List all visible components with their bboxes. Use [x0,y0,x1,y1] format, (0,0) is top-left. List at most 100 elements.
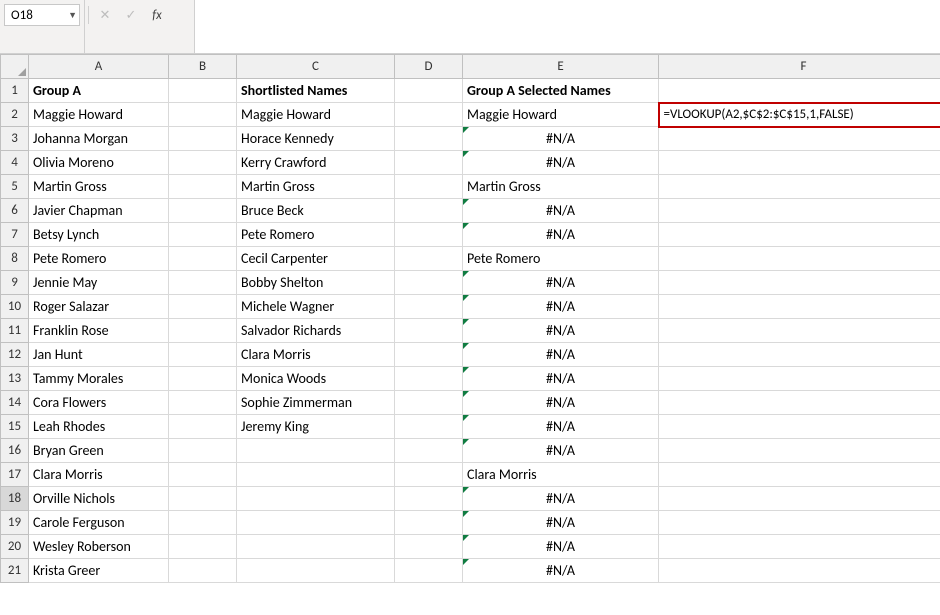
cell-E12[interactable]: #N/A [463,343,659,367]
cell-C3[interactable]: Horace Kennedy [237,127,395,151]
cell-D4[interactable] [395,151,463,175]
cell-F18[interactable] [659,487,940,511]
cell-A20[interactable]: Wesley Roberson [29,535,169,559]
cell-B14[interactable] [169,391,237,415]
cell-E20[interactable]: #N/A [463,535,659,559]
cell-D9[interactable] [395,271,463,295]
cell-B12[interactable] [169,343,237,367]
name-box[interactable]: O18 ▼ [4,4,80,26]
chevron-down-icon[interactable]: ▼ [68,10,77,21]
cell-C12[interactable]: Clara Morris [237,343,395,367]
cell-A3[interactable]: Johanna Morgan [29,127,169,151]
cell-A4[interactable]: Olivia Moreno [29,151,169,175]
row-header[interactable]: 8 [1,247,29,271]
cell-F17[interactable] [659,463,940,487]
cell-F10[interactable] [659,295,940,319]
cell-A10[interactable]: Roger Salazar [29,295,169,319]
cell-F3[interactable] [659,127,940,151]
cell-C17[interactable] [237,463,395,487]
cell-C21[interactable] [237,559,395,583]
row-header[interactable]: 18 [1,487,29,511]
cell-A14[interactable]: Cora Flowers [29,391,169,415]
cell-C16[interactable] [237,439,395,463]
cell-E16[interactable]: #N/A [463,439,659,463]
cell-D3[interactable] [395,127,463,151]
formula-input[interactable] [195,0,940,53]
cell-F15[interactable] [659,415,940,439]
cell-D17[interactable] [395,463,463,487]
cell-D19[interactable] [395,511,463,535]
cell-E9[interactable]: #N/A [463,271,659,295]
cell-C7[interactable]: Pete Romero [237,223,395,247]
cell-E13[interactable]: #N/A [463,367,659,391]
cell-D16[interactable] [395,439,463,463]
cell-D2[interactable] [395,103,463,127]
cell-F2[interactable]: =VLOOKUP(A2,$C$2:$C$15,1,FALSE) [659,103,940,127]
cell-F6[interactable] [659,199,940,223]
cell-D14[interactable] [395,391,463,415]
cell-E10[interactable]: #N/A [463,295,659,319]
cell-F5[interactable] [659,175,940,199]
row-header[interactable]: 1 [1,79,29,103]
cell-F9[interactable] [659,271,940,295]
cell-D6[interactable] [395,199,463,223]
cell-E3[interactable]: #N/A [463,127,659,151]
cell-A9[interactable]: Jennie May [29,271,169,295]
cell-D18[interactable] [395,487,463,511]
cell-E18[interactable]: #N/A [463,487,659,511]
row-header[interactable]: 17 [1,463,29,487]
row-header[interactable]: 14 [1,391,29,415]
cell-B6[interactable] [169,199,237,223]
row-header[interactable]: 19 [1,511,29,535]
cell-B4[interactable] [169,151,237,175]
cell-C20[interactable] [237,535,395,559]
col-header-D[interactable]: D [395,55,463,79]
cell-A1[interactable]: Group A [29,79,169,103]
cell-A2[interactable]: Maggie Howard [29,103,169,127]
col-header-B[interactable]: B [169,55,237,79]
fx-icon[interactable]: fx [144,4,170,26]
row-header[interactable]: 16 [1,439,29,463]
cell-A18[interactable]: Orville Nichols [29,487,169,511]
cell-C1[interactable]: Shortlisted Names [237,79,395,103]
cell-E17[interactable]: Clara Morris [463,463,659,487]
cell-B20[interactable] [169,535,237,559]
spreadsheet-grid[interactable]: A B C D E F 1Group AShortlisted NamesGro… [0,54,940,583]
cell-F1[interactable] [659,79,940,103]
row-header[interactable]: 11 [1,319,29,343]
cell-C13[interactable]: Monica Woods [237,367,395,391]
cell-B2[interactable] [169,103,237,127]
cell-F19[interactable] [659,511,940,535]
row-header[interactable]: 13 [1,367,29,391]
cell-F16[interactable] [659,439,940,463]
cell-C11[interactable]: Salvador Richards [237,319,395,343]
cell-F4[interactable] [659,151,940,175]
cell-E7[interactable]: #N/A [463,223,659,247]
cell-C10[interactable]: Michele Wagner [237,295,395,319]
cell-F7[interactable] [659,223,940,247]
cell-C9[interactable]: Bobby Shelton [237,271,395,295]
col-header-F[interactable]: F [659,55,940,79]
cell-A13[interactable]: Tammy Morales [29,367,169,391]
cell-A11[interactable]: Franklin Rose [29,319,169,343]
cell-B18[interactable] [169,487,237,511]
cell-F21[interactable] [659,559,940,583]
cell-E8[interactable]: Pete Romero [463,247,659,271]
cell-F12[interactable] [659,343,940,367]
cell-B11[interactable] [169,319,237,343]
cell-D20[interactable] [395,535,463,559]
cell-B21[interactable] [169,559,237,583]
cell-C18[interactable] [237,487,395,511]
col-header-C[interactable]: C [237,55,395,79]
col-header-E[interactable]: E [463,55,659,79]
cell-C15[interactable]: Jeremy King [237,415,395,439]
cell-F14[interactable] [659,391,940,415]
cell-A8[interactable]: Pete Romero [29,247,169,271]
cell-B13[interactable] [169,367,237,391]
cell-C4[interactable]: Kerry Crawford [237,151,395,175]
cell-B3[interactable] [169,127,237,151]
cell-D1[interactable] [395,79,463,103]
cell-E2[interactable]: Maggie Howard [463,103,659,127]
row-header[interactable]: 6 [1,199,29,223]
row-header[interactable]: 4 [1,151,29,175]
